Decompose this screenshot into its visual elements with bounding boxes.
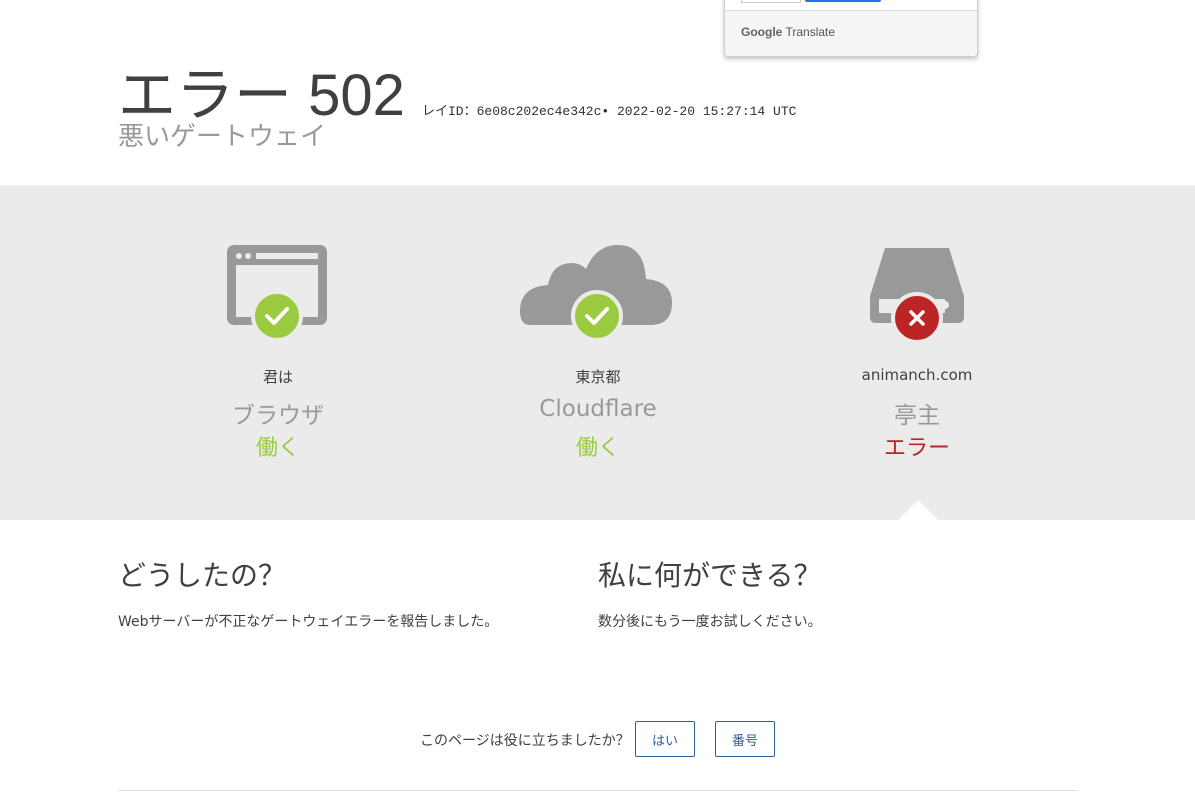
browser-location: 君は <box>262 368 293 386</box>
browser-status-graphic <box>118 243 438 343</box>
browser-status: 働く <box>255 436 300 461</box>
cloud-icon <box>520 245 672 342</box>
translate-language-button[interactable] <box>805 0 881 2</box>
host-label: 亭主 <box>894 403 940 429</box>
band-notch <box>898 500 938 520</box>
status-band: 君は ブラウザ 働く 東京都 Cloudflare 働く animanch.co… <box>0 185 1195 520</box>
browser-icon <box>227 245 327 342</box>
server-icon <box>870 248 964 343</box>
what-happened-text: Webサーバーが不正なゲートウェイエラーを報告しました。 <box>118 614 499 630</box>
page-subtitle: 悪いゲートウェイ <box>118 122 327 152</box>
what-can-i-do-heading: 私に何ができる？ <box>598 559 822 592</box>
translate-logo-text: Translate <box>785 25 836 39</box>
cloudflare-location: 東京都 <box>575 368 621 386</box>
google-logo-text: Google <box>741 25 783 39</box>
translate-original-button[interactable] <box>741 0 801 3</box>
check-icon <box>571 290 623 342</box>
cloudflare-label: Cloudflare <box>539 396 657 422</box>
browser-label: ブラウザ <box>232 403 324 429</box>
host-location: animanch.com <box>861 366 973 384</box>
what-happened-heading: どうしたの？ <box>118 559 287 592</box>
ray-id: レイID：6e08c202ec4e342c• 2022-02-20 15:27:… <box>421 104 797 119</box>
feedback-question: このページは役に立ちましたか？ <box>420 733 630 749</box>
feedback-bar: このページは役に立ちましたか？ はい 番号 <box>0 721 1195 761</box>
footer-divider <box>118 790 1078 791</box>
cloudflare-status-graphic <box>438 243 758 343</box>
translate-popup-top <box>725 0 977 11</box>
cloudflare-status: 働く <box>575 436 620 461</box>
error-header: エラー 502 レイID：6e08c202ec4e342c• 2022-02-2… <box>0 0 1195 185</box>
feedback-yes-button[interactable]: はい <box>635 721 695 757</box>
x-icon <box>891 292 943 343</box>
host-status: エラー <box>883 436 950 461</box>
google-translate-logo: Google Translate <box>741 25 835 39</box>
what-can-i-do-text: 数分後にもう一度お試しください。 <box>598 614 822 630</box>
check-icon <box>251 290 303 342</box>
host-status-graphic <box>757 243 1077 343</box>
google-translate-popup: Google Translate <box>724 0 978 57</box>
feedback-no-button[interactable]: 番号 <box>715 721 775 757</box>
